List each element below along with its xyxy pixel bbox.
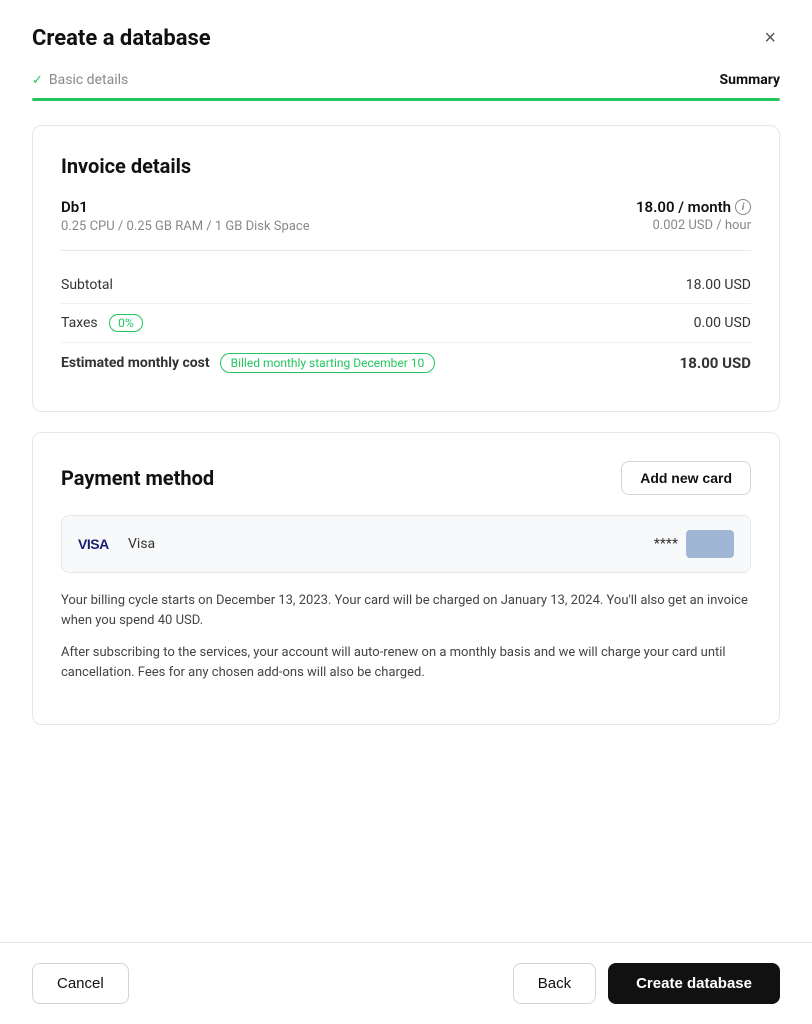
billing-note-2: After subscribing to the services, your … — [61, 643, 751, 683]
invoice-db-right: 18.00 / month i 0.002 USD / hour — [636, 198, 751, 233]
modal-header: Create a database × — [0, 0, 812, 72]
visa-row: VISA Visa **** — [61, 515, 751, 573]
invoice-title: Invoice details — [61, 154, 751, 178]
step1-text: Basic details — [49, 72, 128, 88]
add-card-button[interactable]: Add new card — [621, 461, 751, 495]
subtotal-value: 18.00 USD — [686, 277, 751, 293]
create-database-modal: Create a database × ✓ Basic details Summ… — [0, 0, 812, 1024]
payment-title: Payment method — [61, 466, 214, 490]
svg-text:VISA: VISA — [78, 536, 109, 550]
cancel-button[interactable]: Cancel — [32, 963, 129, 1004]
billing-note-1: Your billing cycle starts on December 13… — [61, 591, 751, 631]
payment-header: Payment method Add new card — [61, 461, 751, 495]
invoice-db-item: Db1 0.25 CPU / 0.25 GB RAM / 1 GB Disk S… — [61, 198, 751, 251]
close-button[interactable]: × — [760, 24, 780, 52]
db-name: Db1 — [61, 198, 310, 216]
payment-card: Payment method Add new card VISA Visa **… — [32, 432, 780, 725]
visa-left: VISA Visa — [78, 535, 155, 554]
create-database-button[interactable]: Create database — [608, 963, 780, 1004]
modal-title: Create a database — [32, 26, 211, 51]
step1-label: ✓ Basic details — [32, 72, 128, 88]
info-icon[interactable]: i — [735, 199, 751, 215]
visa-dots: **** — [654, 536, 678, 552]
estimated-label: Estimated monthly cost — [61, 355, 210, 371]
estimated-row: Estimated monthly cost Billed monthly st… — [61, 342, 751, 383]
visa-logo-icon: VISA — [78, 535, 118, 554]
back-button[interactable]: Back — [513, 963, 596, 1004]
card-last-four-placeholder — [686, 530, 734, 558]
db-specs: 0.25 CPU / 0.25 GB RAM / 1 GB Disk Space — [61, 219, 310, 234]
footer-right-buttons: Back Create database — [513, 963, 780, 1004]
subtotal-label: Subtotal — [61, 277, 113, 293]
invoice-card: Invoice details Db1 0.25 CPU / 0.25 GB R… — [32, 125, 780, 412]
invoice-db-left: Db1 0.25 CPU / 0.25 GB RAM / 1 GB Disk S… — [61, 198, 310, 234]
step1-check-icon: ✓ — [32, 73, 43, 88]
modal-footer: Cancel Back Create database — [0, 942, 812, 1024]
taxes-row: Taxes 0% 0.00 USD — [61, 303, 751, 342]
db-hourly: 0.002 USD / hour — [636, 218, 751, 233]
taxes-label: Taxes 0% — [61, 314, 143, 332]
estimated-value: 18.00 USD — [680, 354, 751, 372]
stepper-labels: ✓ Basic details Summary — [32, 72, 780, 88]
subtotal-row: Subtotal 18.00 USD — [61, 267, 751, 303]
stepper: ✓ Basic details Summary — [0, 72, 812, 101]
taxes-value: 0.00 USD — [694, 315, 751, 331]
visa-label: Visa — [128, 536, 155, 552]
db-price: 18.00 / month i — [636, 198, 751, 216]
visa-right: **** — [654, 530, 734, 558]
billing-badge: Billed monthly starting December 10 — [220, 353, 436, 373]
modal-body: Invoice details Db1 0.25 CPU / 0.25 GB R… — [0, 101, 812, 942]
step2-text: Summary — [719, 72, 780, 88]
step2-label: Summary — [719, 72, 780, 88]
estimated-label-group: Estimated monthly cost Billed monthly st… — [61, 353, 435, 373]
tax-badge: 0% — [109, 314, 143, 332]
